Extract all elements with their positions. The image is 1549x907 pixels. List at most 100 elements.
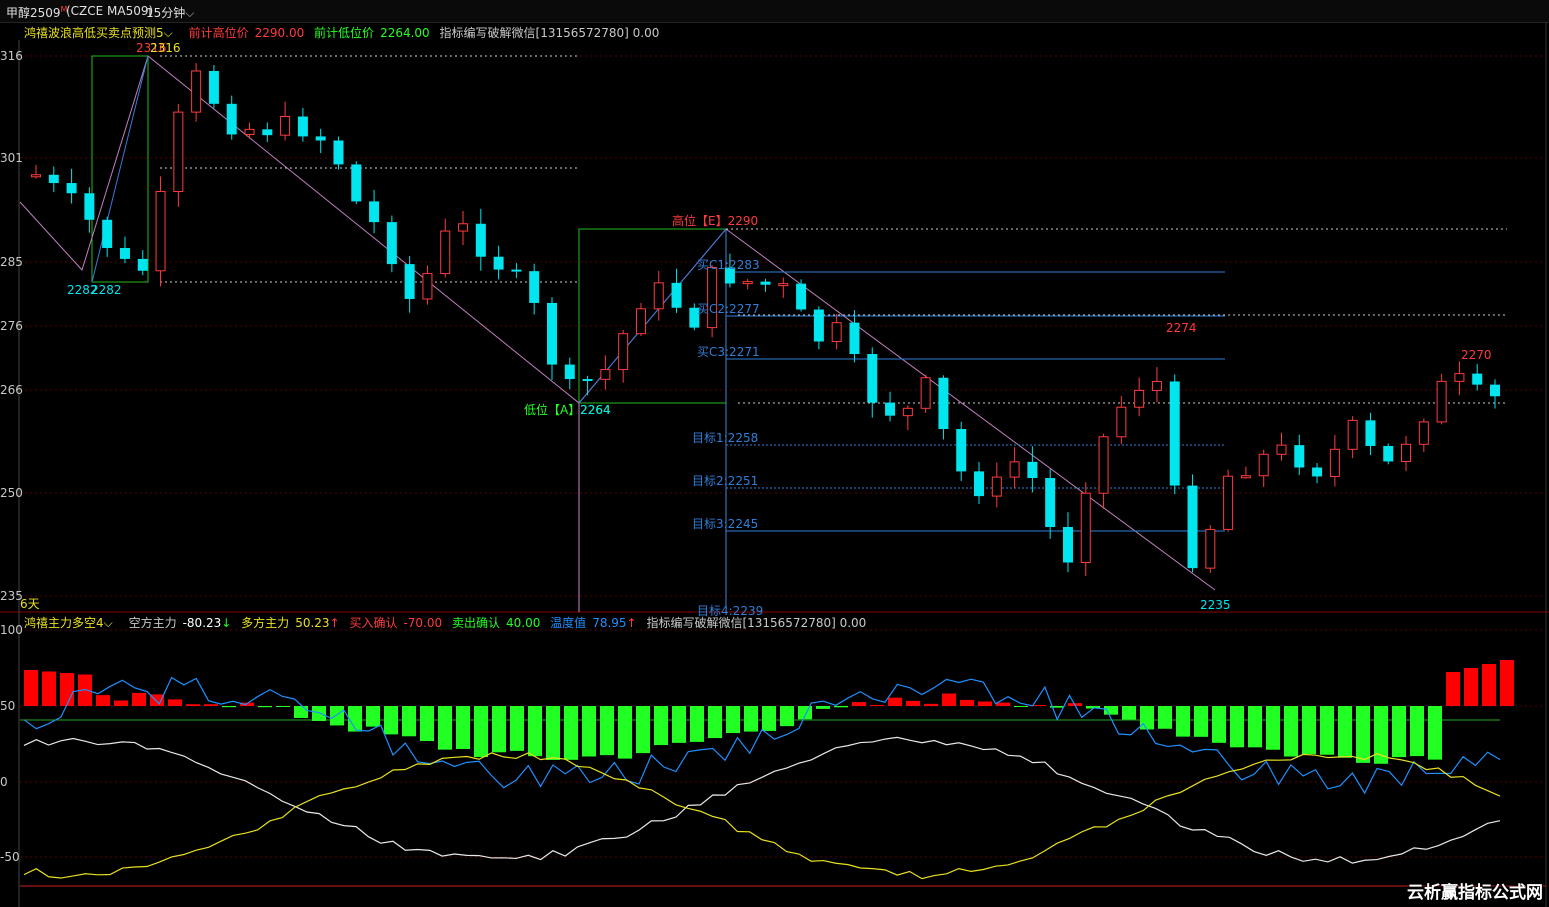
histogram-bar bbox=[1158, 706, 1172, 729]
candle-body bbox=[902, 407, 913, 417]
histogram-bar bbox=[546, 706, 560, 760]
candle-body bbox=[760, 281, 771, 285]
histogram-bar bbox=[276, 706, 290, 707]
histogram-bar bbox=[582, 706, 596, 757]
candle-body bbox=[1205, 528, 1216, 569]
corner-label: 6天 bbox=[20, 597, 40, 611]
histogram-bar bbox=[1230, 706, 1244, 748]
histogram-bar bbox=[222, 706, 236, 708]
histogram-bar bbox=[294, 706, 308, 718]
histogram-bar bbox=[1014, 706, 1028, 707]
candle-body bbox=[1045, 478, 1056, 528]
histogram-bar bbox=[492, 706, 506, 753]
candle-body bbox=[618, 333, 629, 371]
histogram-bar bbox=[1140, 706, 1154, 730]
histogram-bar bbox=[1284, 706, 1298, 757]
candle-body bbox=[369, 201, 380, 223]
histogram-bar bbox=[618, 706, 632, 759]
candle-body bbox=[1062, 527, 1073, 563]
candle-body bbox=[31, 174, 41, 178]
histogram-bar bbox=[744, 706, 758, 732]
histogram-bar bbox=[636, 706, 650, 754]
candle-body bbox=[102, 219, 113, 248]
histogram-bar bbox=[42, 671, 56, 706]
buy-c1-label: 买C1:2283 bbox=[697, 258, 760, 272]
candle-body bbox=[155, 191, 166, 272]
histogram-bar bbox=[924, 703, 938, 706]
histogram-bar bbox=[888, 697, 902, 706]
histogram-bar bbox=[978, 701, 992, 706]
candle-body bbox=[1490, 384, 1500, 397]
histogram-bar bbox=[726, 706, 740, 734]
y-tick-label: 100 bbox=[0, 623, 23, 637]
candle-body bbox=[48, 174, 59, 184]
candle-body bbox=[458, 223, 469, 232]
candle-body bbox=[244, 128, 255, 135]
candle-body bbox=[1116, 406, 1127, 438]
candle-body bbox=[280, 116, 291, 136]
histogram-bar bbox=[1464, 668, 1478, 706]
histogram-bar bbox=[1392, 706, 1406, 758]
histogram-bar bbox=[186, 704, 200, 706]
watermark: 云析赢指标公式网 bbox=[1407, 883, 1543, 903]
histogram-bar bbox=[1428, 706, 1442, 760]
histogram-bar bbox=[1176, 706, 1190, 737]
candle-body bbox=[173, 111, 184, 193]
histogram-bar bbox=[1266, 706, 1280, 750]
histogram-bar bbox=[834, 706, 848, 708]
histogram-bar bbox=[168, 699, 182, 706]
candle-body bbox=[84, 193, 95, 220]
candle-body bbox=[1187, 485, 1198, 569]
target2-label: 目标2:2251 bbox=[692, 474, 758, 488]
candle-body bbox=[529, 271, 540, 303]
candle-body bbox=[546, 302, 557, 365]
histogram-bar bbox=[1302, 706, 1316, 755]
buy-c2-label: 买C2:2277 bbox=[697, 302, 760, 316]
candle-body bbox=[1009, 461, 1020, 478]
histogram-bar bbox=[1248, 706, 1262, 748]
histogram-bar bbox=[1032, 705, 1046, 707]
histogram-bar bbox=[330, 706, 344, 726]
histogram-bar bbox=[1446, 672, 1460, 706]
histogram-bar bbox=[510, 706, 524, 751]
histogram-bar bbox=[204, 704, 218, 706]
candle-body bbox=[920, 377, 931, 409]
histogram-bar bbox=[1410, 706, 1424, 757]
histogram-bar bbox=[600, 706, 614, 756]
candle-body bbox=[137, 258, 148, 271]
candle-body bbox=[1080, 492, 1091, 564]
histogram-bar bbox=[1338, 706, 1352, 758]
candle-body bbox=[440, 230, 451, 275]
candle-body bbox=[1329, 448, 1340, 477]
candle-body bbox=[1312, 467, 1323, 477]
y-tick-label: 50 bbox=[0, 699, 15, 713]
candle-body bbox=[1169, 381, 1180, 486]
histogram-bar bbox=[24, 670, 38, 706]
candle-body bbox=[564, 364, 575, 380]
candle-body bbox=[404, 264, 415, 299]
y-tick-label: 316 bbox=[0, 49, 23, 63]
histogram-bar bbox=[1194, 706, 1208, 737]
y-tick-label: -50 bbox=[0, 850, 20, 864]
y-tick-label: 276 bbox=[0, 319, 23, 333]
histogram-bar bbox=[654, 706, 668, 746]
candle-body bbox=[1258, 453, 1269, 477]
candle-body bbox=[653, 282, 664, 310]
histogram-bar bbox=[798, 706, 812, 720]
candle-body bbox=[1401, 443, 1412, 462]
target3-label: 目标3:2245 bbox=[692, 517, 758, 531]
candle-body bbox=[1472, 373, 1483, 385]
chart-canvas[interactable]: 316301285276266250235100500-506天 2316231… bbox=[0, 0, 1549, 907]
histogram-bar bbox=[384, 706, 398, 735]
histogram-bar bbox=[762, 706, 776, 731]
candle-body bbox=[1294, 445, 1305, 468]
histogram-bar bbox=[1482, 664, 1496, 706]
candle-body bbox=[1240, 475, 1251, 479]
low-label: 2235 bbox=[1200, 598, 1231, 612]
candle-body bbox=[1027, 461, 1038, 479]
peak-label: 2316 bbox=[150, 41, 181, 55]
candle-body bbox=[849, 322, 860, 355]
histogram-bar bbox=[60, 673, 74, 706]
histogram-bar bbox=[528, 706, 542, 757]
low-label: 2282 bbox=[91, 283, 122, 297]
